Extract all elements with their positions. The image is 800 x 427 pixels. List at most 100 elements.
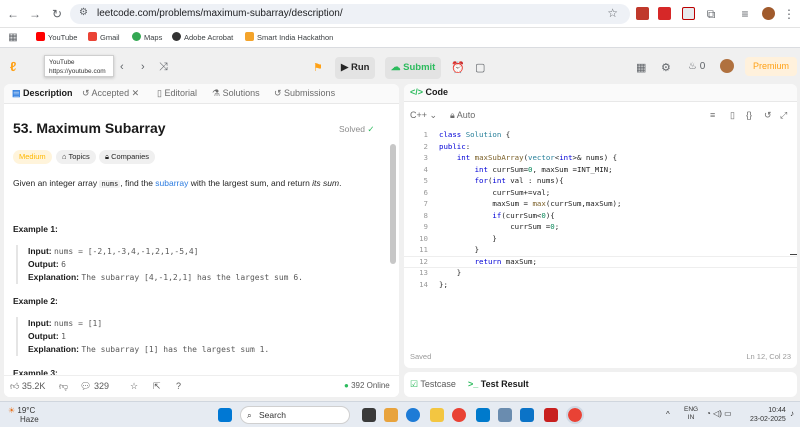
taskbar-search[interactable]: ⌕ Search xyxy=(240,406,350,424)
run-button[interactable]: ▶ Run xyxy=(335,57,376,79)
bookmark-icon[interactable]: ▯ xyxy=(730,110,735,121)
code-line[interactable]: int currSum=0, maxSum =INT_MIN; xyxy=(439,164,613,176)
next-problem-icon[interactable]: › xyxy=(141,61,145,73)
comments-button[interactable]: 💬︎ 329 xyxy=(80,381,109,392)
notes-icon[interactable]: ▢ xyxy=(475,61,485,74)
reload-icon[interactable]: ↻ xyxy=(50,7,64,21)
bookmark-gmail[interactable]: Gmail xyxy=(88,32,120,42)
tab-testcase[interactable]: ☑ Testcase xyxy=(410,379,456,390)
file-explorer-icon[interactable] xyxy=(430,408,444,422)
share-icon[interactable]: ⇱ xyxy=(153,381,161,392)
vscode-icon[interactable] xyxy=(476,408,490,422)
cursor-position: Ln 12, Col 23 xyxy=(746,352,791,361)
acrobat-icon[interactable] xyxy=(544,408,558,422)
line-number: 10 xyxy=(419,233,428,243)
forward-icon[interactable]: → xyxy=(28,7,42,21)
description-footer: 👍︎ 35.2K 👎︎ 💬︎ 329 ☆ ⇱ ? ● 392 Online xyxy=(4,375,399,397)
chrome-icon[interactable] xyxy=(452,408,466,422)
tab-accepted[interactable]: ↺ Accepted ✕ xyxy=(82,88,139,99)
tab-test-result[interactable]: >_ Test Result xyxy=(468,379,529,389)
code-line[interactable]: public: xyxy=(439,141,470,153)
tab-solutions[interactable]: ⚗ Solutions xyxy=(212,88,260,99)
code-line[interactable]: class Solution { xyxy=(439,129,510,141)
notification-bell-icon[interactable]: ♪ xyxy=(790,409,794,418)
braces-icon[interactable]: {} xyxy=(746,110,752,120)
left-tab-bar: ▤ Description ↺ Accepted ✕ ▯ Editorial ⚗… xyxy=(4,84,399,104)
timer-icon[interactable]: ⏰ xyxy=(451,61,465,74)
debug-icon[interactable]: ⚑ xyxy=(313,61,323,74)
code-line[interactable]: }; xyxy=(439,279,448,291)
language-indicator[interactable]: ENG IN xyxy=(684,406,698,422)
code-line[interactable]: } xyxy=(439,244,479,256)
edge-icon[interactable] xyxy=(406,408,420,422)
bookmark-smart-india-hackathon[interactable]: Smart India Hackathon xyxy=(245,32,333,42)
like-button[interactable]: 👍︎ 35.2K xyxy=(10,381,45,392)
description-scrollbar[interactable] xyxy=(390,144,396,264)
code-icon: </> xyxy=(410,87,426,97)
tray-chevron-up-icon[interactable]: ^ xyxy=(666,410,670,419)
user-avatar[interactable] xyxy=(720,59,734,73)
wifi-volume-battery-icon[interactable]: ◔ ◁) ▭ xyxy=(706,409,732,418)
bookmark-maps[interactable]: Maps xyxy=(132,32,162,42)
pdf-extension-icon[interactable] xyxy=(658,7,671,20)
autosave-indicator[interactable]: 🔒︎ Auto xyxy=(450,110,475,121)
cloud-upload-icon: ☁ xyxy=(391,62,404,73)
code-line[interactable]: } xyxy=(439,267,461,279)
address-bar[interactable]: ⚙ leetcode.com/problems/maximum-subarray… xyxy=(70,4,630,24)
tab-code[interactable]: </> Code xyxy=(410,87,448,97)
fullscreen-icon[interactable]: ⤢ xyxy=(780,110,787,121)
extension-icon[interactable] xyxy=(636,7,649,20)
bookmark-youtube[interactable]: YouTube xyxy=(36,32,77,42)
copilot-icon[interactable] xyxy=(384,408,398,422)
close-tab-icon[interactable]: ✕ xyxy=(132,88,140,98)
windows-start-icon[interactable] xyxy=(218,408,232,422)
code-line[interactable]: for(int val : nums){ xyxy=(439,175,564,187)
tab-description[interactable]: ▤ Description xyxy=(12,88,73,99)
code-line[interactable]: currSum+=val; xyxy=(439,187,550,199)
reset-icon[interactable]: ↺ xyxy=(764,110,772,121)
bookmark-star-icon[interactable]: ☆ xyxy=(607,6,618,20)
subarray-link[interactable]: subarray xyxy=(155,178,188,188)
code-line[interactable]: return maxSum; xyxy=(439,256,537,268)
line-number: 4 xyxy=(423,164,428,174)
language-select[interactable]: C++ ⌄ xyxy=(410,110,437,121)
profile-avatar[interactable] xyxy=(762,7,775,20)
weather-widget[interactable]: ☀ 19°C Haze xyxy=(8,406,39,424)
code-line[interactable]: currSum =0; xyxy=(439,221,559,233)
tab-submissions[interactable]: ↺ Submissions xyxy=(274,88,335,99)
menu-icon[interactable]: ⋮ xyxy=(782,7,796,21)
site-info-icon[interactable]: ⚙ xyxy=(79,7,88,18)
back-icon[interactable]: ← xyxy=(6,7,20,21)
app-icon[interactable] xyxy=(520,408,534,422)
companies-chip[interactable]: 🔒︎ Companies xyxy=(99,150,156,164)
line-number: 11 xyxy=(419,245,428,254)
extensions-puzzle-icon[interactable]: ⧉ xyxy=(704,7,718,21)
format-icon[interactable]: ≡ xyxy=(710,110,715,120)
difficulty-badge[interactable]: Medium xyxy=(13,150,52,164)
favorite-star-icon[interactable]: ☆ xyxy=(130,381,138,392)
code-line[interactable]: if(currSum<0){ xyxy=(439,210,554,222)
apps-grid-icon[interactable]: ▦ xyxy=(6,31,20,45)
submit-button[interactable]: ☁ Submit xyxy=(385,57,442,79)
settings-app-icon[interactable] xyxy=(498,408,512,422)
code-line[interactable]: maxSum = max(currSum,maxSum); xyxy=(439,198,621,210)
clock[interactable]: 10:44 23-02-2025 xyxy=(750,406,786,424)
layout-icon[interactable]: ▦ xyxy=(636,61,646,74)
settings-gear-icon[interactable]: ⚙ xyxy=(661,61,671,74)
help-icon[interactable]: ? xyxy=(176,381,181,391)
topics-chip[interactable]: ⌂ Topics xyxy=(56,150,96,164)
bookmark-adobe-acrobat[interactable]: Adobe Acrobat xyxy=(172,32,233,42)
streak-counter[interactable]: ♨ 0 xyxy=(688,61,705,72)
tab-editorial[interactable]: ▯ Editorial xyxy=(157,88,197,99)
leetcode-logo[interactable]: ℓ xyxy=(10,59,16,74)
dislike-button[interactable]: 👎︎ xyxy=(59,381,68,392)
task-view-icon[interactable] xyxy=(362,408,376,422)
code-line[interactable]: int maxSubArray(vector<int>& nums) { xyxy=(439,152,617,164)
extension-icon[interactable] xyxy=(682,7,695,20)
premium-button[interactable]: Premium xyxy=(745,57,797,76)
shuffle-icon[interactable]: ⤨ xyxy=(159,61,168,74)
prev-problem-icon[interactable]: ‹ xyxy=(120,61,124,73)
code-line[interactable]: } xyxy=(439,233,496,245)
chrome-active-icon[interactable] xyxy=(566,406,584,424)
tab-search-icon[interactable]: ≡ xyxy=(738,7,752,21)
